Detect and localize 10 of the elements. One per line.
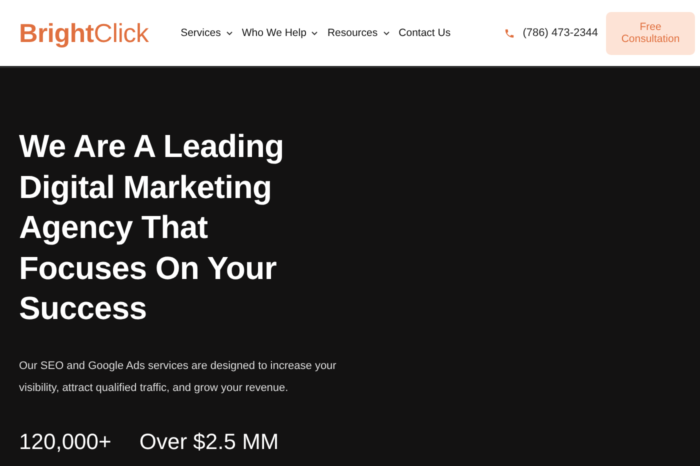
nav-link[interactable]: Contact Us (398, 27, 451, 39)
nav-link[interactable]: Who We Help (242, 27, 318, 39)
phone-number[interactable]: (786) 473-2344 (522, 27, 598, 39)
nav-link[interactable]: Resources (327, 27, 390, 39)
phone-icon (504, 28, 515, 38)
hero-heading: We Are A Leading Digital Marketing Agency That Focuses On Your Success (19, 127, 285, 328)
stat-value: Over $2.5 MM (139, 428, 279, 454)
nav-link[interactable]: Services (180, 27, 233, 39)
stat-value: 120,000+ (19, 428, 112, 454)
hero-description: Our SEO and Google Ads services are designed to increase your visibility, attract qualified traffic, and grow your revenue. (19, 358, 338, 396)
